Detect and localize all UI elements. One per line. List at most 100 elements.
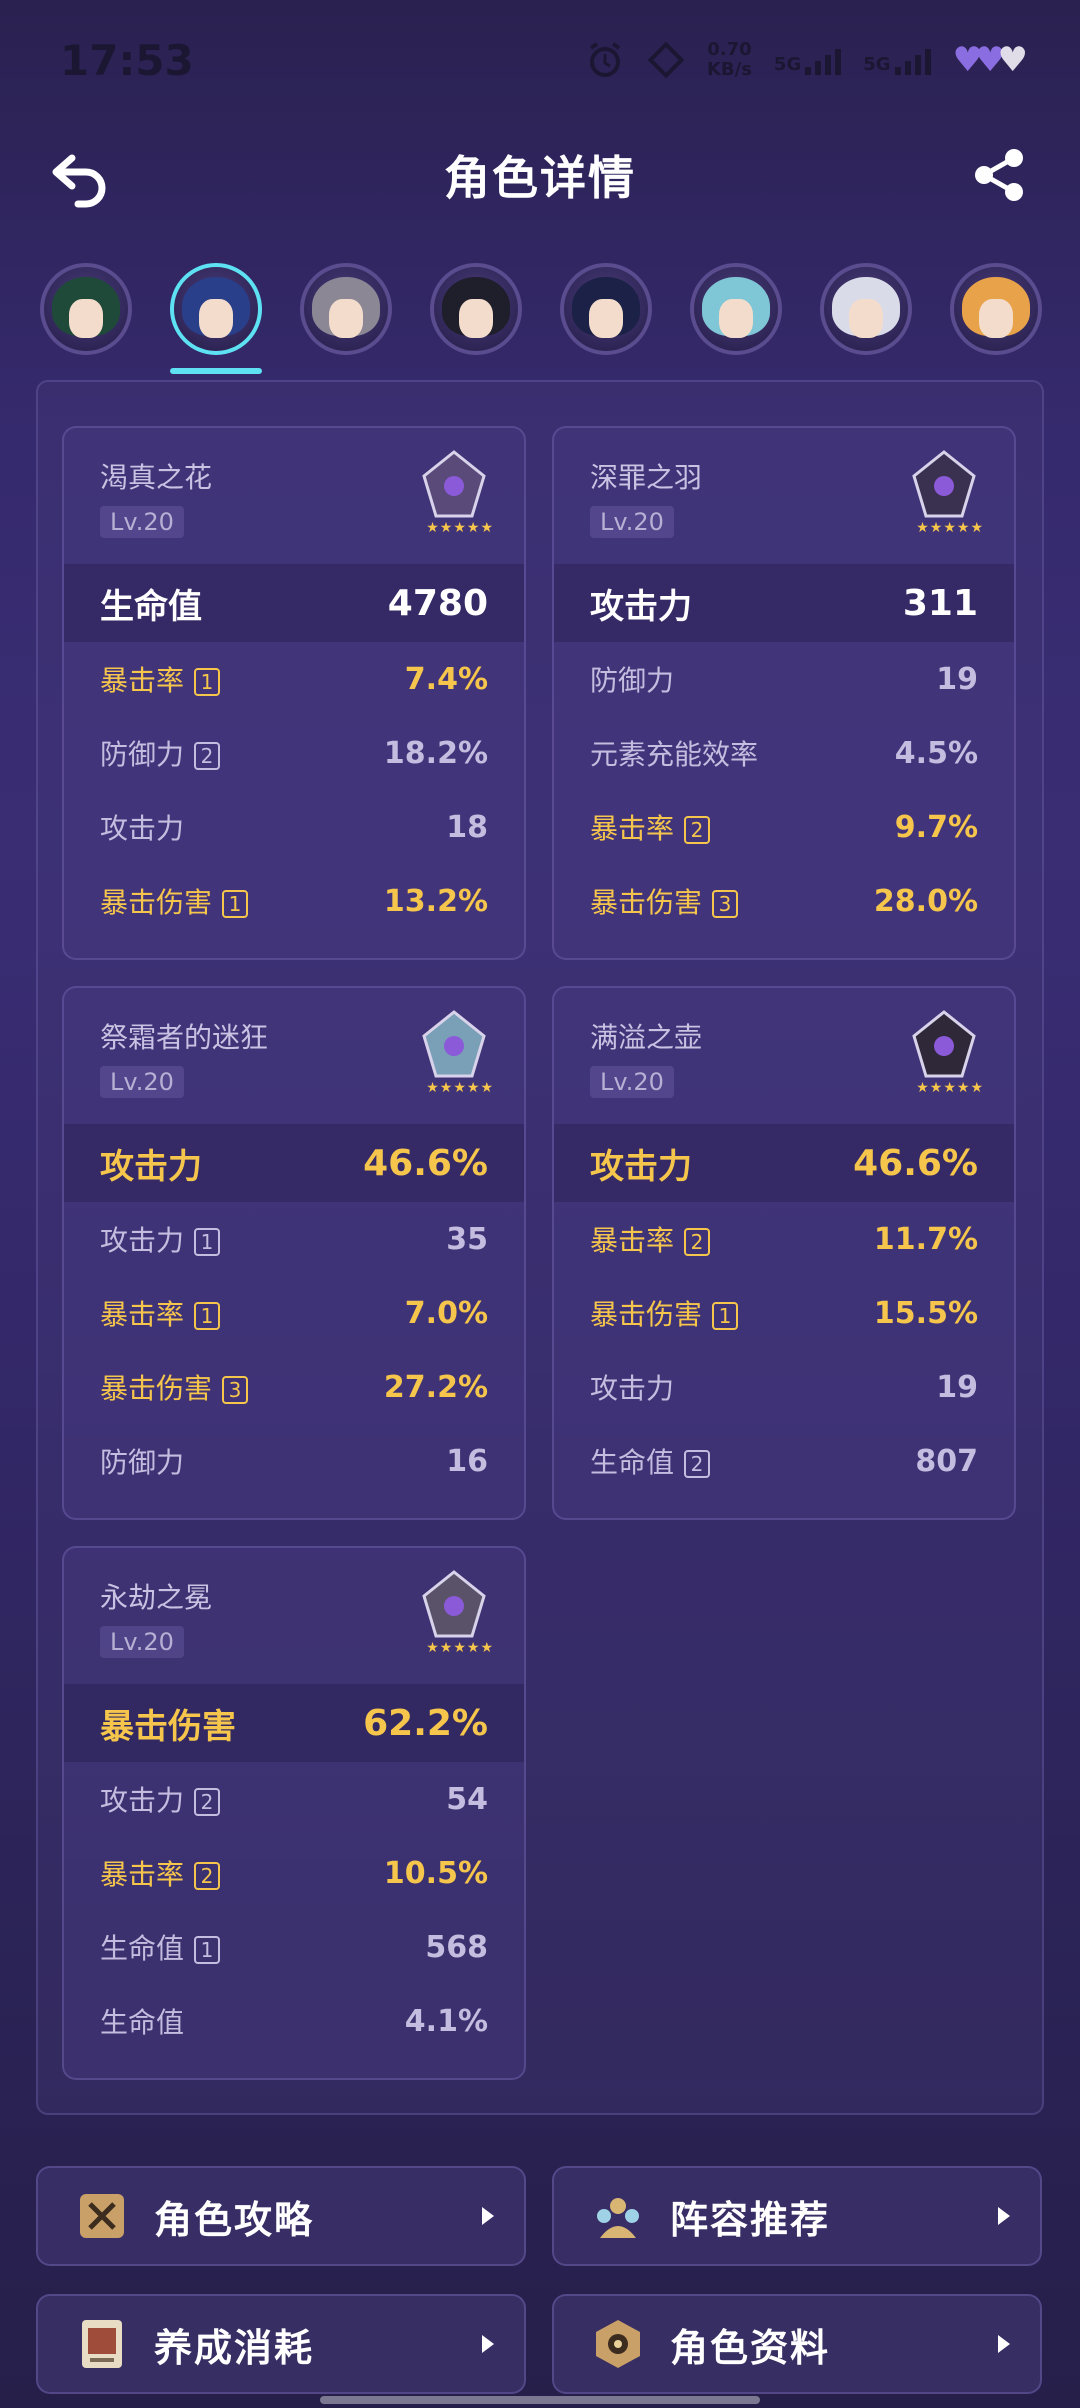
upgrade-count-badge: 1 (222, 890, 249, 918)
upgrade-count-badge: 1 (194, 668, 221, 696)
sub-stat-label: 生命值 (100, 2006, 185, 2039)
artifact-level: Lv.20 (100, 506, 184, 538)
sub-stat-label: 暴击率 1 (100, 1293, 221, 1333)
sub-stat: 攻击力 2 54 (64, 1762, 524, 1836)
artifact-icon (912, 1010, 976, 1078)
team-icon (597, 2198, 639, 2238)
profile-icon (596, 2320, 640, 2368)
main-stat-label: 攻击力 (100, 1146, 202, 1187)
page-title: 角色详情 (444, 151, 636, 205)
main-stat-value: 4780 (387, 582, 488, 624)
sub-stat: 防御力 2 18.2% (64, 716, 524, 790)
sub-stat-label: 元素充能效率 (590, 738, 759, 771)
back-arrow-icon[interactable] (50, 148, 110, 208)
sub-stat: 暴击伤害 3 28.0% (554, 864, 1014, 938)
active-tab-indicator (170, 368, 262, 374)
sub-stat: 暴击率 2 9.7% (554, 790, 1014, 864)
sub-stat: 攻击力 18 (64, 790, 524, 864)
sub-stat-label: 生命值 2 (590, 1441, 711, 1481)
artifact-card[interactable]: 渴真之花 Lv.20 ★★★★★ 生命值 4780 暴击率 1 7.4% 防御力 2 … (62, 426, 526, 960)
avatar-face (199, 298, 233, 338)
upgrade-cost-button[interactable]: 养成消耗 (36, 2294, 526, 2394)
character-avatar-8[interactable] (950, 263, 1042, 355)
artifact-card[interactable]: 永劫之冕 Lv.20 ★★★★★ 暴击伤害 62.2% 攻击力 2 54 暴击率 2 … (62, 1546, 526, 2080)
sub-stat-value: 18.2% (383, 735, 488, 771)
artifact-card[interactable]: 祭霜者的迷狂 Lv.20 ★★★★★ 攻击力 46.6% 攻击力 1 35 暴击率 1… (62, 986, 526, 1520)
character-guide-button[interactable]: 角色攻略 (36, 2166, 526, 2266)
main-stat-label: 生命值 (100, 586, 202, 627)
upgrade-count-badge: 1 (194, 1302, 221, 1330)
artifacts-panel: 渴真之花 Lv.20 ★★★★★ 生命值 4780 暴击率 1 7.4% 防御力 2 … (36, 380, 1044, 2115)
sub-stat-value: 7.0% (404, 1295, 488, 1331)
sub-stat-value: 7.4% (404, 661, 488, 697)
sub-stat-label: 暴击伤害 1 (100, 881, 249, 921)
upgrade-count-badge: 1 (712, 1302, 739, 1330)
upgrade-count-badge: 2 (684, 1228, 711, 1256)
sub-stat-value: 4.5% (894, 735, 978, 771)
avatar-face (329, 298, 363, 338)
sub-stat-label: 暴击伤害 3 (100, 1367, 249, 1407)
sub-stat-value: 16 (446, 1443, 488, 1479)
character-avatar-2[interactable] (170, 263, 262, 355)
rarity-stars: ★★★★★ (426, 1640, 494, 1656)
upgrade-count-badge: 3 (712, 890, 739, 918)
sub-stat-label: 暴击率 1 (100, 659, 221, 699)
sub-stat: 暴击伤害 3 27.2% (64, 1350, 524, 1424)
avatar-face (979, 298, 1013, 338)
artifact-card[interactable]: 深罪之羽 Lv.20 ★★★★★ 攻击力 311 防御力 19 元素充能效率 4.… (552, 426, 1016, 960)
team-recommend-button[interactable]: 阵容推荐 (552, 2166, 1042, 2266)
character-avatar-5[interactable] (560, 263, 652, 355)
upgrade-count-badge: 3 (222, 1376, 249, 1404)
sub-stat-label: 攻击力 (590, 1372, 675, 1405)
upgrade-count-badge: 2 (684, 816, 711, 844)
artifact-name: 永劫之冕 (100, 1581, 213, 1614)
chevron-right-icon (998, 2207, 1010, 2225)
upgrade-count-badge: 2 (194, 1862, 221, 1890)
avatar-face (69, 298, 103, 338)
main-stat: 攻击力 46.6% (64, 1124, 524, 1202)
sub-stat-value: 807 (915, 1443, 978, 1479)
character-avatar-3[interactable] (300, 263, 392, 355)
sub-stat-value: 11.7% (873, 1221, 978, 1257)
sub-stat-label: 暴击伤害 3 (590, 881, 739, 921)
character-avatar-1[interactable] (40, 263, 132, 355)
sub-stat: 生命值 2 807 (554, 1424, 1014, 1498)
upgrade-count-badge: 2 (194, 1788, 221, 1816)
rarity-stars: ★★★★★ (426, 520, 494, 536)
character-avatar-6[interactable] (690, 263, 782, 355)
alarm-icon (589, 42, 621, 77)
character-avatar-7[interactable] (820, 263, 912, 355)
chevron-right-icon (482, 2335, 494, 2353)
artifact-card[interactable]: 满溢之壶 Lv.20 ★★★★★ 攻击力 46.6% 暴击率 2 11.7% 暴击伤… (552, 986, 1016, 1520)
sub-stat-value: 4.1% (404, 2003, 488, 2039)
main-stat: 攻击力 311 (554, 564, 1014, 642)
status-time: 17:53 (60, 35, 194, 85)
sub-stat-value: 27.2% (383, 1369, 488, 1405)
sub-stat: 生命值 1 568 (64, 1910, 524, 1984)
sub-stat-label: 暴击伤害 1 (590, 1293, 739, 1333)
sub-stat-value: 35 (446, 1221, 488, 1257)
sub-stat-value: 54 (446, 1781, 488, 1817)
sub-stat-label: 暴击率 2 (590, 807, 711, 847)
share-icon[interactable] (970, 146, 1028, 204)
network-speed: 0.70 KB/s (706, 39, 752, 80)
sub-stat: 暴击伤害 1 15.5% (554, 1276, 1014, 1350)
sub-stat-label: 攻击力 2 (100, 1779, 221, 1819)
main-stat-label: 暴击伤害 (100, 1706, 236, 1747)
character-avatar-4[interactable] (430, 263, 522, 355)
sub-stat-value: 13.2% (383, 883, 488, 919)
sub-stat-value: 19 (936, 1369, 978, 1405)
signal-bars-icon (805, 45, 842, 75)
artifact-level: Lv.20 (100, 1626, 184, 1658)
sub-stat-label: 暴击率 2 (100, 1853, 221, 1893)
sub-stat-value: 28.0% (873, 883, 978, 919)
sub-stat-label: 暴击率 2 (590, 1219, 711, 1259)
upgrade-count-badge: 2 (684, 1450, 711, 1478)
data-saver-icon (647, 41, 685, 79)
home-indicator (320, 2396, 760, 2404)
artifact-icon (422, 1010, 486, 1078)
sub-stat: 暴击率 1 7.0% (64, 1276, 524, 1350)
sub-stat: 暴击率 2 11.7% (554, 1202, 1014, 1276)
character-profile-button[interactable]: 角色资料 (552, 2294, 1042, 2394)
artifact-name: 渴真之花 (100, 461, 213, 494)
